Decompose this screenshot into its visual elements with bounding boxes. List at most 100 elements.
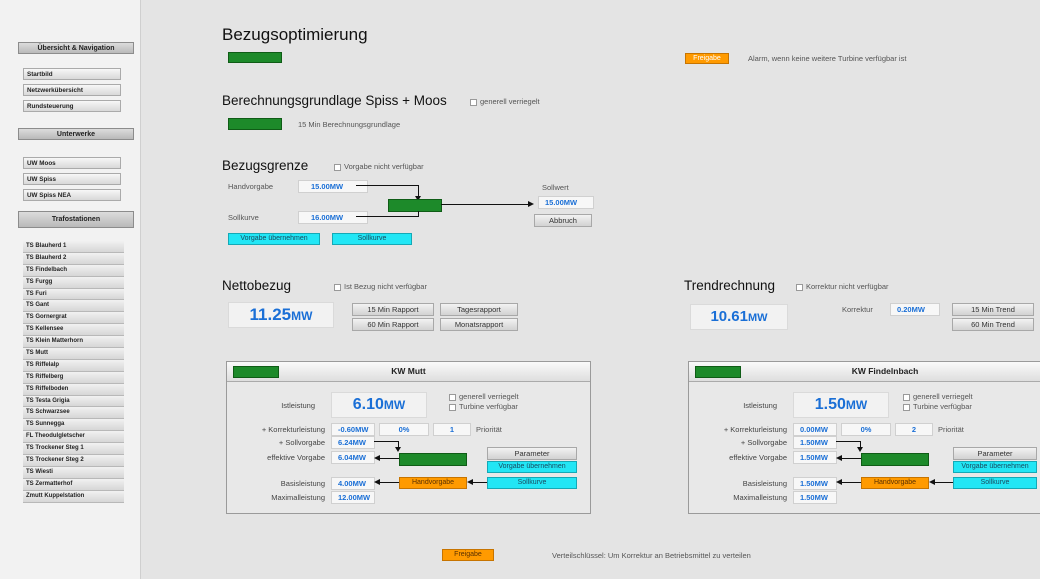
handvorgabe-button[interactable]: Handvorgabe [399,477,467,489]
trend-korrektur-value[interactable]: 0.20MW [890,303,940,316]
istleistung-display: 6.10MW [331,392,427,418]
connector-line [836,441,860,442]
istleistung-label: Istleistung [281,401,315,410]
check-verriegelt[interactable]: generell verriegelt [903,392,973,401]
trend-unit: MW [748,312,768,324]
grenze-selector-indicator [388,199,442,212]
verteilschluessel-text: Verteilschlüssel: Um Korrektur an Betrie… [552,551,751,560]
ts-item[interactable]: TS Furi [23,288,124,301]
netto-value: 11.25 [249,305,292,324]
netto-check-label: Ist Bezug nicht verfügbar [344,282,427,291]
connector-line [935,482,953,483]
prioritaet-value[interactable]: 1 [433,423,471,436]
ts-item[interactable]: TS Blauherd 1 [23,241,124,253]
korrektur-label: + Korrekturleistung [261,425,325,434]
nav-item-startbild[interactable]: Startbild [23,68,121,80]
abbruch-button[interactable]: Abbruch [534,214,592,227]
checkbox[interactable] [903,403,910,411]
checkbox[interactable] [796,283,803,291]
prioritaet-value[interactable]: 2 [895,423,933,436]
ts-item[interactable]: TS Gant [23,300,124,313]
ts-item[interactable]: TS Findelbach [23,264,124,277]
parameter-button[interactable]: Parameter [487,447,577,460]
istleistung-value: 1.50 [814,396,846,413]
ts-item[interactable]: TS Blauherd 2 [23,252,124,265]
monatsrapport-button[interactable]: Monatsrapport [440,318,518,331]
vorgabe-uebernehmen-button[interactable]: Vorgabe übernehmen [487,461,577,473]
checkbox[interactable] [449,403,456,411]
sollkurve-button[interactable]: Sollkurve [332,233,412,245]
ts-item[interactable]: TS Wiesti [23,466,124,479]
ts-item[interactable]: TS Gornergrat [23,312,124,325]
ts-item[interactable]: TS Testa Grigia [23,395,124,408]
ts-item[interactable]: TS Klein Matterhorn [23,336,124,349]
handvorgabe-value[interactable]: 15.00MW [298,180,368,193]
checkbox[interactable] [334,283,341,291]
nav-item-uw-spiss-nea[interactable]: UW Spiss NEA [23,189,121,201]
nav-item-rundsteuerung[interactable]: Rundsteuerung [23,100,121,112]
trend-check[interactable]: Korrektur nicht verfügbar [796,282,889,291]
basis-status-indicator [228,118,282,130]
trend-15min-button[interactable]: 15 Min Trend [952,303,1034,316]
rapport-15min-button[interactable]: 15 Min Rapport [352,303,434,316]
vorgabe-selector-indicator [861,453,929,466]
check-turbine[interactable]: Turbine verfügbar [903,402,972,411]
sollkurve-button[interactable]: Sollkurve [487,477,577,489]
trend-value-display: 10.61MW [690,304,788,330]
effektive-label: effektive Vorgabe [729,453,787,462]
ts-item[interactable]: TS Zermatterhof [23,478,124,491]
connector-line [356,185,418,186]
ts-item[interactable]: TS Trockener Steg 2 [23,455,124,467]
connector-line [374,441,398,442]
kw-mutt-panel: KW Mutt Istleistung 6.10MW generell verr… [226,361,591,514]
sollkurve-value[interactable]: 16.00MW [298,211,368,224]
arrow-left-icon [836,479,842,485]
check-verriegelt[interactable]: generell verriegelt [449,392,519,401]
ts-item[interactable]: TS Mutt [23,348,124,360]
basis-check[interactable]: generell verriegelt [470,97,540,106]
ts-item[interactable]: TS Schwarzsee [23,407,124,420]
nav-item-uw-spiss[interactable]: UW Spiss [23,173,121,185]
sollkurve-button[interactable]: Sollkurve [953,477,1037,489]
ts-item[interactable]: TS Trockener Steg 1 [23,443,124,456]
checkbox[interactable] [470,98,477,106]
sollvorgabe-label: + Sollvorgabe [278,438,325,447]
rapport-60min-button[interactable]: 60 Min Rapport [352,318,434,331]
ts-item[interactable]: TS Riffelalp [23,359,124,372]
ts-item[interactable]: TS Riffelberg [23,371,124,384]
korrektur-value[interactable]: 0.00MW [793,423,837,436]
vorgabe-uebernehmen-button[interactable]: Vorgabe übernehmen [953,461,1037,473]
trend-title: Trendrechnung [684,278,776,293]
netto-unit: MW [291,309,313,323]
checkbox[interactable] [903,393,910,401]
page-title: Bezugsoptimierung [222,25,368,44]
checkbox[interactable] [334,163,341,171]
nav-item-uw-moos[interactable]: UW Moos [23,157,121,169]
max-value: 1.50MW [793,491,837,504]
trend-60min-button[interactable]: 60 Min Trend [952,318,1034,331]
istleistung-label: Istleistung [743,401,777,410]
kw-findelnbach-panel: KW Findelnbach Istleistung 1.50MW genere… [688,361,1040,514]
basis-check-label: generell verriegelt [480,97,540,106]
korrektur-value[interactable]: -0.60MW [331,423,375,436]
ts-item[interactable]: TS Kellensee [23,324,124,337]
check-turbine[interactable]: Turbine verfügbar [449,402,518,411]
ts-item[interactable]: Zmutt Kuppelstation [23,490,124,503]
ts-item[interactable]: TS Sunnegga [23,419,124,432]
ts-item[interactable]: TS Riffelboden [23,383,124,396]
ts-item[interactable]: TS Furgg [23,276,124,289]
grenze-check[interactable]: Vorgabe nicht verfügbar [334,162,424,171]
vorgabe-uebernehmen-button[interactable]: Vorgabe übernehmen [228,233,320,245]
verteilschluessel-freigabe-button[interactable]: Freigabe [442,549,494,561]
sollvorgabe-value: 6.24MW [331,436,375,449]
nav-item-netzwerkuebersicht[interactable]: Netzwerkübersicht [23,84,121,96]
tagesrapport-button[interactable]: Tagesrapport [440,303,518,316]
netto-check[interactable]: Ist Bezug nicht verfügbar [334,282,427,291]
ts-item[interactable]: FL Theodulgletscher [23,431,124,444]
parameter-button[interactable]: Parameter [953,447,1037,460]
handvorgabe-button[interactable]: Handvorgabe [861,477,929,489]
basis-title: Berechnungsgrundlage Spiss + Moos [222,93,447,108]
alarm-freigabe-button[interactable]: Freigabe [685,53,729,64]
kw-findelnbach-title: KW Findelnbach [851,366,919,376]
checkbox[interactable] [449,393,456,401]
